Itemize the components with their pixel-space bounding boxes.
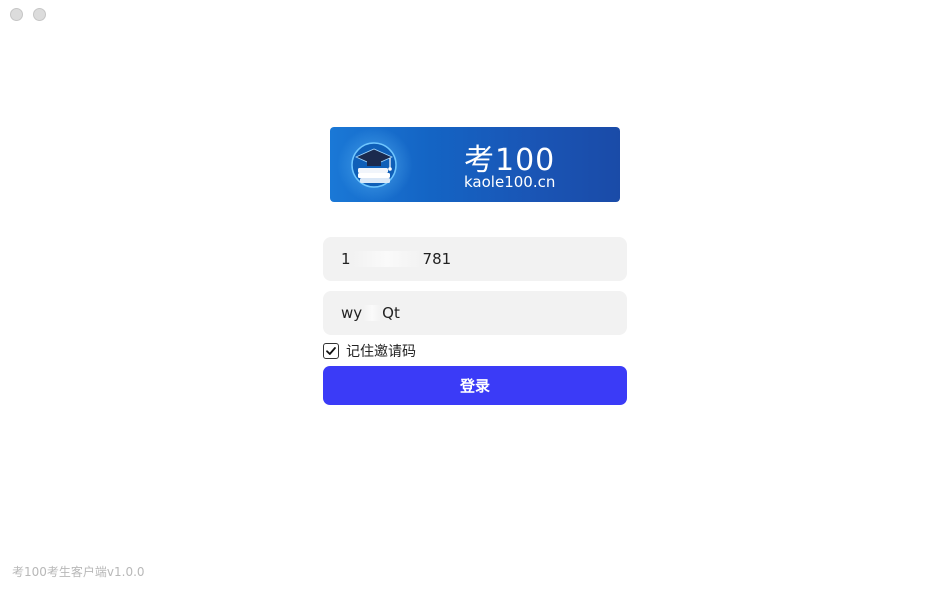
- invite-code-value-suffix: Qt: [382, 304, 400, 322]
- phone-value-suffix: 781: [422, 250, 452, 268]
- graduation-cap-books-icon: [351, 142, 397, 188]
- redaction-mask: [363, 305, 382, 321]
- remember-label: 记住邀请码: [346, 344, 416, 360]
- app-version: 考100考生客户端v1.0.0: [12, 565, 145, 579]
- invite-code-value-prefix: wy: [341, 304, 363, 322]
- remember-checkbox[interactable]: [323, 343, 339, 359]
- checkmark-icon: [326, 347, 336, 355]
- phone-value-prefix: 1: [341, 250, 351, 268]
- invite-code-input[interactable]: wy Qt: [323, 291, 627, 335]
- brand-banner: 考100 kaole100.cn: [330, 127, 620, 202]
- window-controls: [10, 8, 46, 21]
- brand-domain: kaole100.cn: [464, 173, 556, 191]
- window-close-button[interactable]: [10, 8, 23, 21]
- login-button[interactable]: 登录: [323, 366, 627, 405]
- phone-input[interactable]: 1 781: [323, 237, 627, 281]
- remember-invite-code[interactable]: 记住邀请码: [323, 342, 416, 360]
- redaction-mask: [351, 251, 422, 267]
- window-minimize-button[interactable]: [33, 8, 46, 21]
